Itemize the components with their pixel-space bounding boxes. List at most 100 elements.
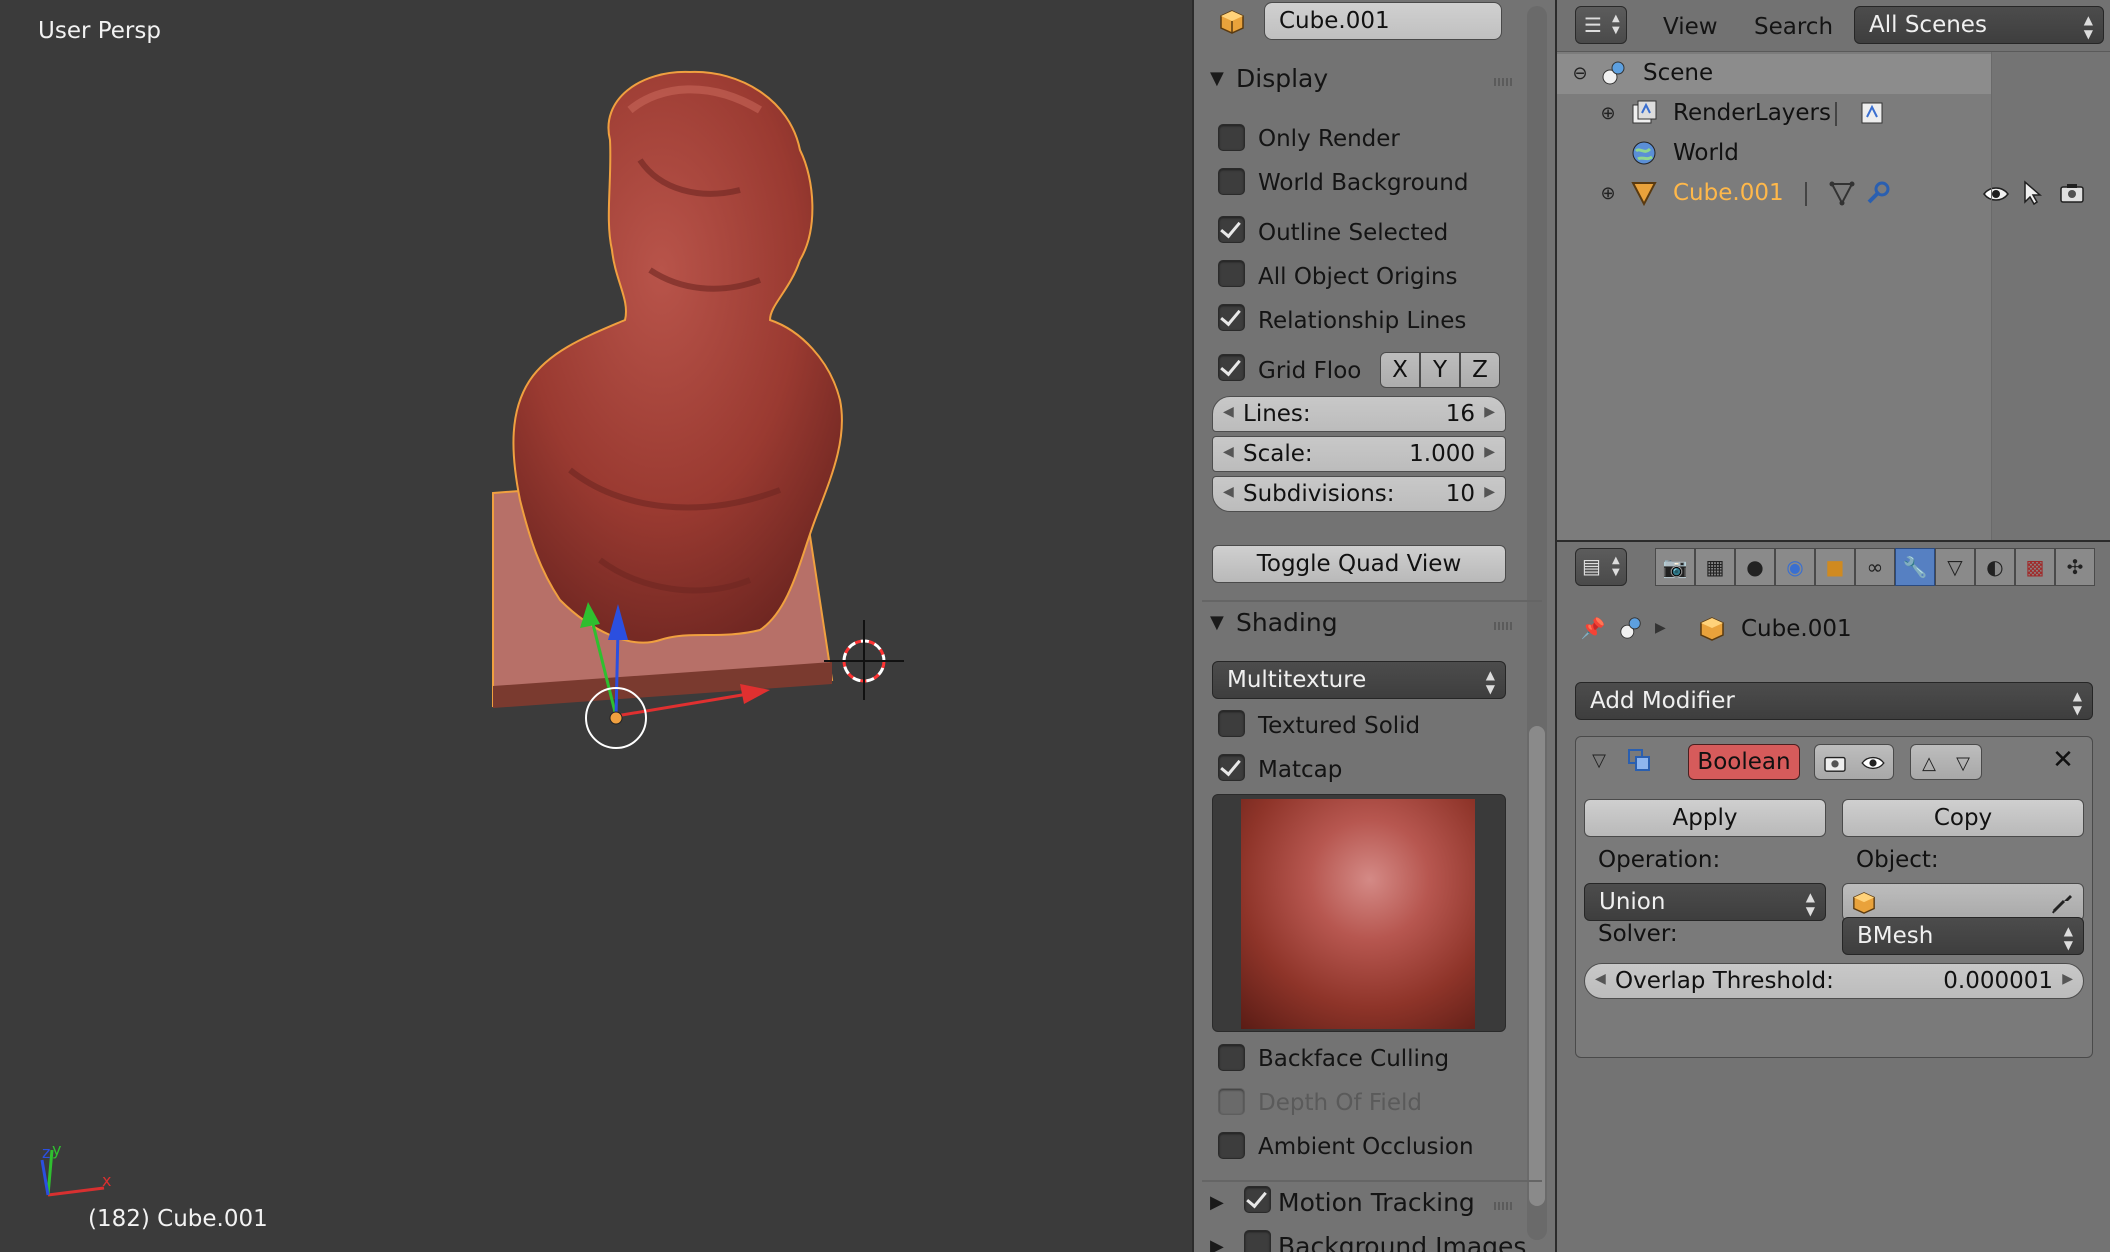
relationship-lines-checkbox[interactable]: [1218, 304, 1245, 331]
material-tab-icon[interactable]: ◐: [1975, 548, 2015, 586]
mesh-data-tab-icon[interactable]: ▽: [1935, 548, 1975, 586]
increment-icon[interactable]: ▶: [1484, 404, 1495, 420]
background-images-expand-icon[interactable]: ▶: [1210, 1236, 1224, 1252]
toggle-quad-view-button[interactable]: Toggle Quad View: [1212, 545, 1506, 583]
scene-tab-icon[interactable]: ●: [1735, 548, 1775, 586]
grid-axis-y-toggle[interactable]: Y: [1420, 352, 1460, 388]
increment-icon[interactable]: ▶: [1484, 484, 1495, 500]
shading-collapse-icon[interactable]: ▼: [1210, 612, 1224, 633]
scale-field[interactable]: ◀ Scale: 1.000 ▶: [1212, 436, 1506, 472]
move-down-icon[interactable]: ▽: [1947, 748, 1979, 778]
mesh-data-icon[interactable]: [1827, 178, 1857, 208]
matcap-preview[interactable]: [1212, 794, 1506, 1032]
object-picker-field[interactable]: [1842, 883, 2084, 921]
render-tab-icon[interactable]: 📷: [1655, 548, 1695, 586]
eyedropper-icon[interactable]: [2047, 888, 2077, 918]
solver-select[interactable]: BMesh ▲ ▼: [1842, 917, 2084, 955]
modifiers-tab-wrench-icon[interactable]: 🔧: [1895, 548, 1935, 586]
backface-culling-checkbox[interactable]: [1218, 1044, 1245, 1071]
render-camera-icon[interactable]: [1819, 748, 1851, 778]
move-up-icon[interactable]: △: [1913, 748, 1945, 778]
only-render-checkbox[interactable]: [1218, 124, 1245, 151]
properties-n-panel: Cube.001 ▼ Display Only Render World Bac…: [1192, 0, 1555, 1252]
increment-icon[interactable]: ▶: [2062, 971, 2073, 987]
add-modifier-select[interactable]: Add Modifier ▲ ▼: [1575, 682, 2093, 720]
object-name-field[interactable]: Cube.001: [1264, 2, 1502, 40]
increment-icon[interactable]: ▶: [1484, 444, 1495, 460]
outliner-editor-type-button[interactable]: ☰ ▲ ▼: [1575, 6, 1627, 44]
motion-tracking-title[interactable]: Motion Tracking: [1278, 1188, 1475, 1217]
operation-select[interactable]: Union ▲ ▼: [1584, 883, 1826, 921]
row-divider: [1805, 182, 1807, 206]
all-object-origins-label: All Object Origins: [1258, 264, 1458, 290]
object-tab-icon[interactable]: ■: [1815, 548, 1855, 586]
boolean-modifier-panel: ▽ Boolean △ ▽ ✕ Apply Copy Operation: Ob…: [1575, 736, 2093, 1058]
overlap-threshold-field[interactable]: ◀ Overlap Threshold: 0.000001 ▶: [1584, 963, 2084, 999]
panel-divider: [1202, 1180, 1542, 1182]
display-collapse-icon[interactable]: ▼: [1210, 68, 1224, 89]
world-background-checkbox[interactable]: [1218, 168, 1245, 195]
remove-modifier-close-icon[interactable]: ✕: [2048, 745, 2078, 775]
expand-icon[interactable]: ⊕: [1597, 182, 1619, 204]
outline-selected-checkbox[interactable]: [1218, 216, 1245, 243]
motion-tracking-checkbox[interactable]: [1244, 1186, 1271, 1213]
bust-model: [512, 70, 843, 644]
grid-floor-label: Grid Floo: [1258, 358, 1362, 384]
scene-icon: [1615, 612, 1647, 644]
decrement-icon[interactable]: ◀: [1223, 444, 1234, 460]
collapse-triangle-icon[interactable]: ▽: [1584, 745, 1614, 775]
modifier-name-field[interactable]: Boolean: [1688, 744, 1800, 780]
3d-viewport[interactable]: User Persp z y x (182) Cube.001: [0, 0, 1192, 1252]
shading-grip-icon[interactable]: [1494, 622, 1512, 630]
grid-floor-checkbox[interactable]: [1218, 354, 1245, 381]
viewport-eye-icon[interactable]: [1857, 748, 1889, 778]
texture-tab-icon[interactable]: ▩: [2015, 548, 2055, 586]
outliner-display-mode-select[interactable]: All Scenes ▲ ▼: [1854, 6, 2104, 44]
grid-axis-x-toggle[interactable]: X: [1380, 352, 1420, 388]
constraints-tab-icon[interactable]: ∞: [1855, 548, 1895, 586]
render-layer-icon[interactable]: [1857, 98, 1887, 128]
copy-button[interactable]: Copy: [1842, 799, 2084, 837]
properties-editor-type-button[interactable]: ▤ ▲ ▼: [1575, 548, 1627, 586]
outliner-row-scene[interactable]: ⊖ Scene: [1557, 54, 1991, 94]
expand-icon[interactable]: ⊕: [1597, 102, 1619, 124]
decrement-icon[interactable]: ◀: [1595, 971, 1606, 987]
updown-arrow-icon: ▲ ▼: [1612, 555, 1620, 578]
textured-solid-checkbox[interactable]: [1218, 710, 1245, 737]
decrement-icon[interactable]: ◀: [1223, 484, 1234, 500]
ambient-occlusion-checkbox[interactable]: [1218, 1132, 1245, 1159]
display-grip-icon[interactable]: [1494, 78, 1512, 86]
npanel-scrollbar-thumb[interactable]: [1529, 726, 1545, 1206]
subdivisions-field[interactable]: ◀ Subdivisions: 10 ▶: [1212, 476, 1506, 512]
collapse-icon[interactable]: ⊖: [1569, 62, 1591, 84]
matcap-checkbox[interactable]: [1218, 754, 1245, 781]
motion-tracking-expand-icon[interactable]: ▶: [1210, 1192, 1224, 1213]
all-object-origins-checkbox[interactable]: [1218, 260, 1245, 287]
updown-arrow-icon: ▲ ▼: [1612, 13, 1620, 36]
render-layers-tab-icon[interactable]: ▦: [1695, 548, 1735, 586]
shading-panel-title[interactable]: Shading: [1236, 608, 1338, 637]
npanel-scrollbar-track[interactable]: [1527, 6, 1547, 1240]
wrench-icon[interactable]: [1863, 178, 1893, 208]
world-background-label: World Background: [1258, 170, 1469, 196]
matcap-sphere-image: [1241, 799, 1475, 1029]
only-render-label: Only Render: [1258, 126, 1400, 152]
particles-tab-icon[interactable]: ✣: [2055, 548, 2095, 586]
outliner-search-menu[interactable]: Search: [1754, 14, 1833, 40]
world-tab-icon[interactable]: ◉: [1775, 548, 1815, 586]
background-images-title[interactable]: Background Images: [1278, 1232, 1526, 1252]
properties-icon: ▤: [1582, 554, 1601, 578]
backface-culling-label: Backface Culling: [1258, 1046, 1450, 1072]
decrement-icon[interactable]: ◀: [1223, 404, 1234, 420]
pin-icon[interactable]: 📌: [1577, 612, 1609, 644]
outliner-view-menu[interactable]: View: [1663, 14, 1718, 40]
lines-field[interactable]: ◀ Lines: 16 ▶: [1212, 396, 1506, 432]
display-panel-title[interactable]: Display: [1236, 64, 1328, 93]
breadcrumb-object: Cube.001: [1741, 616, 1852, 642]
apply-button[interactable]: Apply: [1584, 799, 1826, 837]
motion-tracking-grip-icon[interactable]: [1494, 1202, 1512, 1210]
shading-mode-select[interactable]: Multitexture ▲ ▼: [1212, 661, 1506, 699]
depth-of-field-checkbox[interactable]: [1218, 1088, 1245, 1115]
grid-axis-z-toggle[interactable]: Z: [1460, 352, 1500, 388]
background-images-checkbox[interactable]: [1244, 1230, 1271, 1252]
